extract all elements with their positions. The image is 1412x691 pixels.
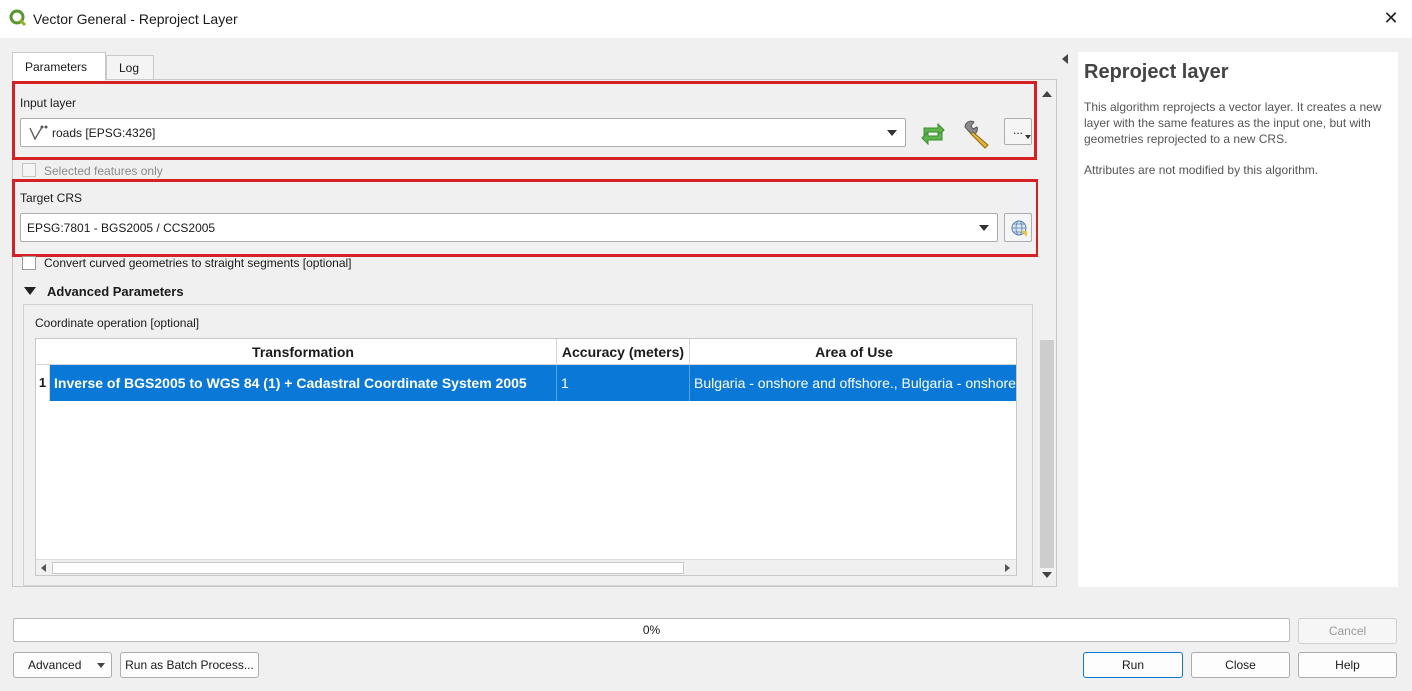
run-batch-button[interactable]: Run as Batch Process... xyxy=(120,652,259,678)
convert-curves-checkbox[interactable] xyxy=(22,256,36,270)
progress-bar: 0% xyxy=(13,618,1290,642)
column-accuracy[interactable]: Accuracy (meters) xyxy=(557,339,690,365)
run-button[interactable]: Run xyxy=(1083,652,1183,678)
help-title: Reproject layer xyxy=(1084,61,1229,83)
cell-area-of-use: Bulgaria - onshore and offshore., Bulgar… xyxy=(694,375,1016,391)
tab-log[interactable]: Log xyxy=(106,55,154,80)
help-panel: Reproject layer This algorithm reproject… xyxy=(1078,52,1398,587)
qgis-logo-icon xyxy=(9,9,27,27)
collapse-arrow-icon[interactable] xyxy=(24,287,36,295)
scroll-right-icon[interactable] xyxy=(1005,564,1010,572)
selected-features-label: Selected features only xyxy=(44,164,163,178)
row-number[interactable]: 1 xyxy=(36,365,50,401)
help-attributes-note: Attributes are not modified by this algo… xyxy=(1084,163,1319,177)
table-header: Transformation Accuracy (meters) Area of… xyxy=(36,339,1016,365)
scroll-left-icon[interactable] xyxy=(41,564,46,572)
cancel-button[interactable]: Cancel xyxy=(1298,618,1397,644)
title-bar: Vector General - Reproject Layer ✕ xyxy=(0,0,1412,38)
horizontal-scrollbar[interactable] xyxy=(36,559,1016,575)
scroll-up-icon[interactable] xyxy=(1042,91,1052,97)
cell-transformation: Inverse of BGS2005 to WGS 84 (1) + Cadas… xyxy=(50,365,557,401)
help-button[interactable]: Help xyxy=(1298,652,1397,678)
target-crs-highlight xyxy=(12,179,1039,257)
close-window-button[interactable]: ✕ xyxy=(1380,6,1402,30)
advanced-button-label: Advanced xyxy=(28,658,82,672)
column-area-of-use[interactable]: Area of Use xyxy=(690,339,1016,365)
convert-curves-label: Convert curved geometries to straight se… xyxy=(44,256,352,270)
scroll-down-icon[interactable] xyxy=(1042,572,1052,578)
chevron-down-icon xyxy=(97,663,105,668)
cell-accuracy: 1 xyxy=(557,365,690,401)
advanced-button[interactable]: Advanced xyxy=(13,652,112,678)
advanced-parameters-header[interactable]: Advanced Parameters xyxy=(47,284,184,299)
close-button[interactable]: Close xyxy=(1191,652,1290,678)
collapse-help-icon[interactable] xyxy=(1062,54,1068,64)
help-description: This algorithm reprojects a vector layer… xyxy=(1084,100,1382,146)
window-title: Vector General - Reproject Layer xyxy=(33,11,238,27)
vertical-scrollbar[interactable] xyxy=(1038,84,1056,586)
column-transformation[interactable]: Transformation xyxy=(50,339,557,365)
tab-parameters[interactable]: Parameters xyxy=(12,52,106,81)
horizontal-scroll-thumb[interactable] xyxy=(52,562,684,574)
coordinate-operation-label: Coordinate operation [optional] xyxy=(35,316,200,330)
transformation-table[interactable]: Transformation Accuracy (meters) Area of… xyxy=(35,338,1017,576)
selected-features-checkbox[interactable] xyxy=(22,163,36,177)
table-row[interactable]: Inverse of BGS2005 to WGS 84 (1) + Cadas… xyxy=(50,365,1016,401)
vertical-scroll-thumb[interactable] xyxy=(1040,340,1054,568)
input-layer-highlight xyxy=(12,81,1037,160)
